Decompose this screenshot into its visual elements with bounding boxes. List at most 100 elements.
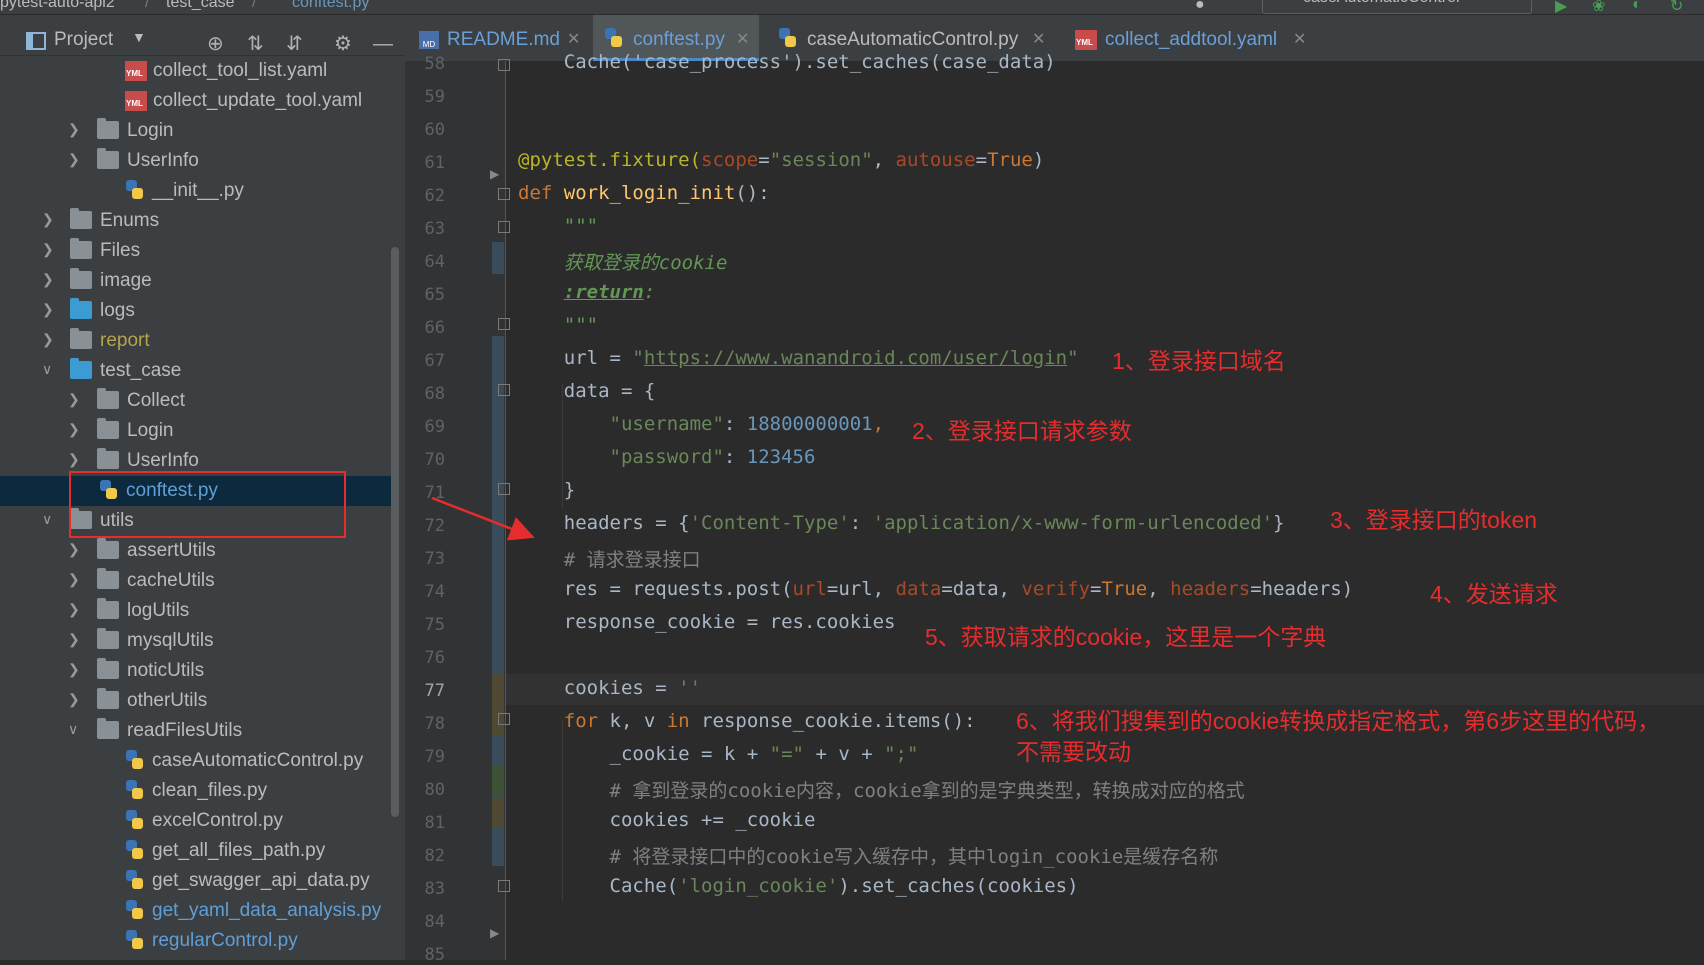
annotation-6-line2: 不需要改动 xyxy=(1016,739,1131,765)
user-icon[interactable]: ● xyxy=(1195,0,1213,14)
chevron-right-icon[interactable]: ❯ xyxy=(42,332,56,346)
tree-item[interactable]: ❯ Files xyxy=(0,236,395,266)
tree-item[interactable]: regularControl.py xyxy=(0,926,395,956)
tree-item[interactable]: ❯ noticUtils xyxy=(0,656,395,686)
fold-marker-icon[interactable] xyxy=(498,384,510,396)
tree-item[interactable]: ❯ Login xyxy=(0,116,395,146)
project-panel-title[interactable]: Project xyxy=(54,29,113,51)
code-url[interactable]: https://www.wanandroid.com/user/login xyxy=(644,347,1067,369)
chevron-right-icon[interactable]: ❯ xyxy=(42,272,56,286)
chevron-right-icon[interactable]: ❯ xyxy=(68,632,82,646)
vcs-change-marker xyxy=(492,674,504,736)
chevron-down-icon[interactable]: ∨ xyxy=(42,512,56,526)
fold-marker-icon[interactable] xyxy=(498,880,510,892)
gear-icon[interactable]: ⚙ xyxy=(334,32,352,56)
chevron-down-icon[interactable]: ∨ xyxy=(68,722,82,736)
tree-item-label: noticUtils xyxy=(127,660,205,681)
breadcrumb-file[interactable]: conftest.py xyxy=(292,0,369,12)
code-text: headers) xyxy=(1261,578,1354,600)
tree-item[interactable]: ∨ test_case xyxy=(0,356,395,386)
close-icon[interactable]: ✕ xyxy=(736,29,749,49)
tree-item[interactable]: excelControl.py xyxy=(0,806,395,836)
fold-marker-icon[interactable] xyxy=(498,59,510,71)
tree-item[interactable]: YML collect_tool_list.yaml xyxy=(0,56,395,86)
chevron-right-icon[interactable]: ❯ xyxy=(68,602,82,616)
project-tree-scrollbar[interactable] xyxy=(391,247,399,817)
chevron-right-icon[interactable]: ❯ xyxy=(68,452,82,466)
debug-icon[interactable]: ❀ xyxy=(1592,0,1610,14)
chevron-right-icon[interactable]: ❯ xyxy=(68,122,82,136)
fold-marker-icon[interactable] xyxy=(498,713,510,725)
tree-item[interactable]: ❯ mysqlUtils xyxy=(0,626,395,656)
tree-item[interactable]: ∨ readFilesUtils xyxy=(0,716,395,746)
chevron-down-icon[interactable]: ▼ xyxy=(132,29,146,45)
chevron-right-icon[interactable]: ❯ xyxy=(68,692,82,706)
tab-collect-addtool[interactable]: YML collect_addtool.yaml ✕ xyxy=(1063,15,1313,61)
annotation-3: 3、登录接口的token xyxy=(1330,507,1538,533)
code-text: data = { xyxy=(563,380,656,402)
close-icon[interactable]: ✕ xyxy=(1032,29,1045,49)
run-configuration-select[interactable]: caseAutomaticControl xyxy=(1262,0,1532,14)
tree-item[interactable]: __init__.py xyxy=(0,176,395,206)
chevron-right-icon[interactable]: ❯ xyxy=(68,152,82,166)
chevron-right-icon[interactable]: ❯ xyxy=(68,422,82,436)
breadcrumb-project[interactable]: pytest-auto-api2 xyxy=(0,0,115,12)
chevron-right-icon[interactable]: ❯ xyxy=(42,242,56,256)
code-line-79: _cookie = k + "=" + v + ";" xyxy=(518,743,919,765)
tree-item[interactable]: ❯ UserInfo xyxy=(0,146,395,176)
code-line-66: """ xyxy=(518,314,598,336)
tree-item[interactable]: caseAutomaticControl.py xyxy=(0,746,395,776)
navigation-bar: pytest-auto-api2 / test_case / conftest.… xyxy=(0,0,1704,15)
tree-item[interactable]: ❯ logs xyxy=(0,296,395,326)
tree-item-label: image xyxy=(100,270,152,291)
tree-item[interactable]: get_all_files_path.py xyxy=(0,836,395,866)
line-number: 58 xyxy=(424,54,445,74)
tree-item-label: __init__.py xyxy=(152,180,244,201)
chevron-down-icon[interactable]: ∨ xyxy=(42,362,56,376)
coverage-icon[interactable]: ◐ xyxy=(1632,0,1650,14)
fold-marker-icon[interactable] xyxy=(498,221,510,233)
tree-item-label: excelControl.py xyxy=(152,810,283,831)
tree-item[interactable]: clean_files.py xyxy=(0,776,395,806)
chevron-right-icon[interactable]: ❯ xyxy=(68,572,82,586)
fold-marker-icon[interactable] xyxy=(498,188,510,200)
collapse-all-icon[interactable]: ⇵ xyxy=(286,32,303,56)
fold-marker-icon[interactable] xyxy=(498,318,510,330)
fold-end-icon[interactable]: ▶ xyxy=(490,926,499,940)
tree-item[interactable]: ❯ report xyxy=(0,326,395,356)
expand-all-icon[interactable]: ⇅ xyxy=(247,32,264,56)
profile-icon[interactable]: ↻ xyxy=(1670,0,1688,14)
code-text: headers xyxy=(1170,578,1251,600)
tree-item[interactable]: ❯ assertUtils xyxy=(0,536,395,566)
code-text: _cookie = k + xyxy=(609,743,770,765)
close-icon[interactable]: ✕ xyxy=(567,29,580,49)
tree-item[interactable]: YML collect_update_tool.yaml xyxy=(0,86,395,116)
chevron-right-icon[interactable]: ❯ xyxy=(68,662,82,676)
python-icon xyxy=(126,900,144,920)
breadcrumb-folder[interactable]: test_case xyxy=(166,0,234,12)
tree-item[interactable]: ❯ Collect xyxy=(0,386,395,416)
run-gutter-icon[interactable]: ▶ xyxy=(490,167,499,181)
tree-item[interactable]: ❯ otherUtils xyxy=(0,686,395,716)
hide-panel-icon[interactable]: — xyxy=(373,32,393,56)
folder-icon xyxy=(70,328,92,349)
chevron-right-icon[interactable]: ❯ xyxy=(68,392,82,406)
tree-item[interactable]: ❯ logUtils xyxy=(0,596,395,626)
vcs-change-marker xyxy=(492,766,504,796)
chevron-right-icon[interactable]: ❯ xyxy=(42,212,56,226)
tree-item[interactable]: ❯ Enums xyxy=(0,206,395,236)
tree-item[interactable]: get_yaml_data_analysis.py xyxy=(0,896,395,926)
chevron-right-icon[interactable]: ❯ xyxy=(42,302,56,316)
close-icon[interactable]: ✕ xyxy=(1293,29,1306,49)
tree-item[interactable]: ❯ cacheUtils xyxy=(0,566,395,596)
tree-item[interactable]: get_swagger_api_data.py xyxy=(0,866,395,896)
locate-icon[interactable]: ⊕ xyxy=(207,32,224,56)
yaml-icon: YML xyxy=(1075,30,1097,50)
chevron-right-icon[interactable]: ❯ xyxy=(68,542,82,556)
tree-item[interactable]: ❯ image xyxy=(0,266,395,296)
run-icon[interactable]: ▶ xyxy=(1555,0,1573,14)
line-number: 60 xyxy=(424,120,445,140)
code-text: "username" xyxy=(609,413,724,435)
tree-item[interactable]: ❯ Login xyxy=(0,416,395,446)
line-number: 66 xyxy=(424,318,445,338)
